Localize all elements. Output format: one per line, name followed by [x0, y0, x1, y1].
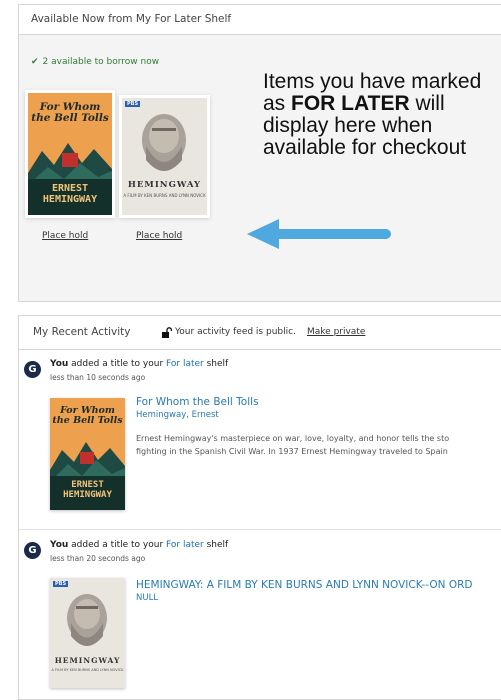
arrow-left-icon [247, 219, 391, 249]
item-description: Ernest Hemingway's masterpiece on war, l… [136, 432, 449, 458]
recent-activity-panel: My Recent Activity Your activity feed is… [18, 315, 501, 700]
activity-timestamp: less than 20 seconds ago [50, 554, 146, 563]
shelf-link[interactable]: For later [166, 540, 204, 550]
cover2-byline: A FILM BY KEN BURNS AND LYNN NOVICK [51, 668, 124, 672]
cover2-author: HEMINGWAY [54, 656, 121, 665]
item-description-line: fighting in the Spanish Civil War. In 19… [136, 447, 448, 456]
cover-author-line1: ERNEST [71, 480, 104, 490]
cover2-byline: A FILM BY KEN BURNS AND LYNN NOVICK [123, 193, 206, 198]
item-title-link[interactable]: HEMINGWAY: A FILM BY KEN BURNS AND LYNN … [136, 579, 472, 591]
check-icon: ✔ [31, 57, 39, 67]
cover-author-line2: HEMINGWAY [42, 194, 98, 205]
for-later-available-panel: Available Now from My For Later Shelf ✔ 2… [18, 4, 501, 302]
activity-line: You added a title to your For later shel… [50, 540, 228, 550]
activity-shelf-suffix: shelf [203, 540, 229, 550]
cover-title-line2: the Bell Tolls [31, 112, 109, 124]
book-cover-hemingway-film[interactable]: PBS HEMINGWAY A FILM BY KEN BURNS AND LY… [122, 98, 207, 215]
unlock-icon [162, 327, 172, 338]
activity-title: My Recent Activity [33, 326, 131, 338]
book-cover-for-whom[interactable]: For Whom the Bell Tolls ERNEST HEMINGWAY [28, 93, 112, 215]
activity-actor: You [50, 540, 69, 550]
activity-action: added a title to your [68, 359, 167, 369]
place-hold-link[interactable]: Place hold [42, 231, 88, 241]
activity-timestamp: less than 10 seconds ago [50, 373, 146, 382]
shelf-link[interactable]: For later [166, 359, 204, 369]
activity-header: My Recent Activity Your activity feed is… [19, 316, 501, 350]
avatar[interactable]: G [24, 542, 41, 559]
feed-status: Your activity feed is public. [175, 327, 296, 337]
cover2-author: HEMINGWAY [127, 180, 202, 190]
activity-action: added a title to your [68, 540, 167, 550]
cover-title-line2: the Bell Tolls [52, 415, 123, 426]
cover-author-line2: HEMINGWAY [63, 490, 112, 500]
book-cover-hemingway-film[interactable]: PBS HEMINGWAY A FILM BY KEN BURNS AND LY… [50, 578, 125, 688]
make-private-link[interactable]: Make private [307, 327, 365, 337]
item-description-line: Ernest Hemingway's masterpiece on war, l… [136, 434, 450, 443]
for-later-callout: Items you have marked as FOR LATER will … [263, 71, 499, 159]
callout-bold: FOR LATER [291, 92, 410, 115]
available-status: ✔ 2 available to borrow now [31, 57, 159, 67]
activity-actor: You [50, 359, 69, 369]
cover-author-line1: ERNEST [51, 183, 89, 194]
activity-line: You added a title to your For later shel… [50, 359, 228, 369]
item-author-link[interactable]: Hemingway, Ernest [136, 410, 219, 420]
available-status-text: 2 available to borrow now [42, 57, 160, 67]
avatar[interactable]: G [24, 361, 41, 378]
entry-divider [19, 529, 501, 530]
available-now-header: Available Now from My For Later Shelf [19, 5, 501, 35]
book-cover-for-whom[interactable]: For Whom the Bell Tolls ERNEST HEMINGWAY [50, 398, 125, 510]
activity-shelf-suffix: shelf [203, 359, 229, 369]
place-hold-link[interactable]: Place hold [136, 231, 182, 241]
item-author-link[interactable]: NULL [136, 593, 158, 603]
item-title-link[interactable]: For Whom the Bell Tolls [136, 396, 259, 408]
